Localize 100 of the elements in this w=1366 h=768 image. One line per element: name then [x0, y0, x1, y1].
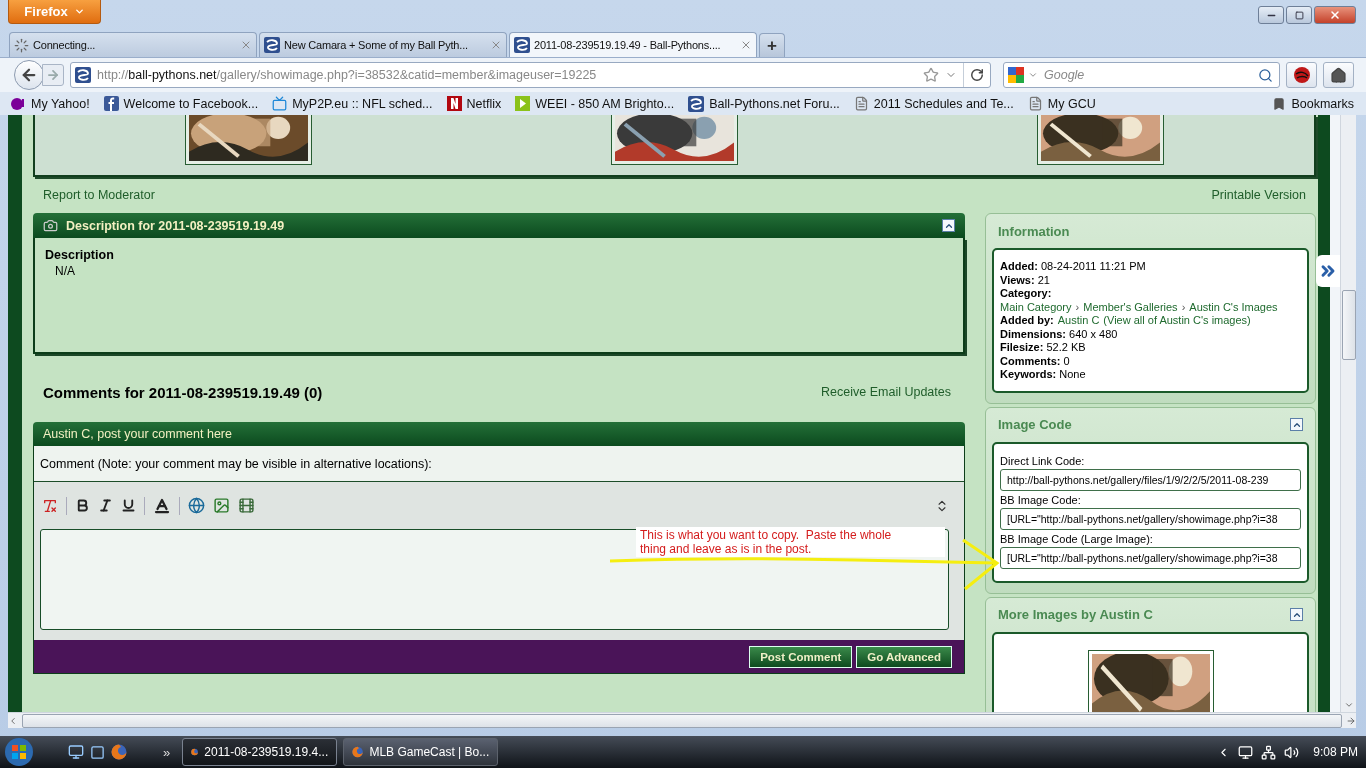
panel-title: More Images by Austin C: [998, 607, 1153, 622]
window-switch-icon[interactable]: [90, 744, 105, 760]
site-favicon-icon: [688, 95, 705, 112]
code-label: Direct Link Code:: [1000, 454, 1086, 467]
close-tab-icon[interactable]: [740, 39, 752, 51]
browser-tab[interactable]: 2011-08-239519.19.49 - Ball-Pythons....: [509, 32, 757, 57]
link-icon[interactable]: [188, 497, 205, 514]
browser-icon: [111, 744, 127, 760]
browser-icon: [352, 744, 364, 760]
maximize-icon: [1294, 10, 1304, 20]
report-link[interactable]: Report to Moderator: [43, 188, 155, 202]
search-engine-icon: [1008, 67, 1024, 83]
page-icon: [1027, 96, 1043, 111]
taskbar-button[interactable]: MLB GameCast | Bo...: [343, 738, 499, 766]
circle-logo-icon: [10, 96, 26, 111]
bookmark-item[interactable]: Welcome to Facebook...: [103, 96, 259, 111]
site-favicon-icon: [75, 67, 91, 83]
scroll-right-icon[interactable]: [1346, 715, 1356, 726]
bookmark-item[interactable]: Ball-Pythons.net Foru...: [688, 95, 840, 112]
action-center-icon[interactable]: [1238, 744, 1254, 760]
browser-tab[interactable]: Connecting...: [9, 32, 257, 57]
collapse-button[interactable]: [942, 219, 955, 232]
bookmark-item[interactable]: My GCU: [1027, 96, 1096, 111]
info-field: Filesize: 52.2 KB: [1000, 341, 1301, 355]
bookmark-item[interactable]: MyP2P.eu :: NFL sched...: [272, 96, 433, 111]
description-label: Description: [45, 248, 115, 262]
scrollbar-thumb[interactable]: [22, 713, 1342, 728]
form-button[interactable]: Post Comment: [749, 645, 853, 668]
taskbar-button[interactable]: 2011-08-239519.19.4...: [182, 738, 338, 766]
new-tab-button[interactable]: +: [759, 33, 785, 57]
browser-tab[interactable]: New Camara + Some of my Ball Pyth...: [259, 32, 507, 57]
user-link[interactable]: (View all of Austin C's images): [1103, 314, 1251, 328]
font-color-icon[interactable]: [153, 496, 171, 515]
play-icon: [515, 96, 531, 111]
breadcrumb-link[interactable]: Austin C's Images: [1189, 300, 1278, 314]
breadcrumb-link[interactable]: Main Category: [1000, 300, 1072, 314]
volume-icon[interactable]: [1284, 744, 1300, 760]
site-favicon-icon: [264, 37, 280, 53]
scroll-left-icon[interactable]: [8, 715, 18, 726]
resize-icon[interactable]: [935, 498, 949, 513]
ball-icon: [1292, 66, 1311, 84]
form-title: Austin C, post your comment here: [43, 427, 233, 441]
maximize-button[interactable]: [1286, 6, 1312, 24]
breadcrumb-link[interactable]: Member's Galleries: [1083, 300, 1178, 314]
sidebar-toggle[interactable]: [1316, 255, 1340, 287]
quick-launch-overflow[interactable]: »: [163, 744, 171, 760]
forward-arrow-icon: [46, 68, 60, 82]
reload-icon[interactable]: [970, 68, 984, 82]
printable-link[interactable]: Printable Version: [1211, 188, 1306, 202]
code-field[interactable]: [URL="http://ball-pythons.net/gallery/showimage.php?i=38: [1000, 507, 1301, 530]
social-logo-icon: [103, 96, 119, 111]
bookmark-item[interactable]: 2011 Schedules and Te...: [853, 96, 1014, 111]
search-icon[interactable]: [1258, 67, 1273, 83]
bold-icon[interactable]: [75, 498, 90, 513]
form-button[interactable]: Go Advanced: [856, 645, 952, 668]
address-bar[interactable]: http://ball-pythons.net/gallery/showimage.php?i=38532&catid=member&imageuser=19225: [70, 62, 991, 88]
code-field[interactable]: http://ball-pythons.net/gallery/files/1/9/2/2/5/2011-08-239: [1000, 468, 1301, 491]
italic-icon[interactable]: [98, 498, 113, 513]
addon-button[interactable]: [1286, 62, 1317, 88]
info-field: Added: 08-24-2011 11:21 PM: [1000, 260, 1301, 274]
underline-icon[interactable]: [121, 498, 136, 513]
close-icon: [1329, 9, 1341, 21]
image-icon[interactable]: [213, 497, 230, 514]
bookmark-star-icon[interactable]: [923, 67, 939, 83]
code-label: BB Image Code (Large Image):: [1000, 532, 1154, 545]
search-field[interactable]: Google: [1042, 67, 1254, 83]
bookmark-item[interactable]: My Yahoo!: [10, 96, 90, 111]
bookmarks-menu[interactable]: Bookmarks: [1272, 96, 1354, 111]
email-updates-link[interactable]: Receive Email Updates: [821, 385, 951, 399]
info-label: Added by:: [1000, 314, 1054, 328]
desktop-icon[interactable]: [68, 744, 84, 760]
info-label: Category:: [1000, 287, 1053, 301]
scrollbar-thumb[interactable]: [1341, 290, 1356, 360]
comments-heading: Comments for 2011-08-239519.19.49 (0): [43, 383, 323, 401]
info-field: Comments: 0: [1000, 354, 1301, 368]
network-icon[interactable]: [1261, 744, 1277, 760]
remove-format-icon[interactable]: [42, 497, 58, 514]
caret-icon: [73, 6, 85, 17]
user-link[interactable]: Austin C: [1057, 314, 1100, 328]
home-button[interactable]: [1323, 62, 1354, 88]
search-bar[interactable]: Google: [1003, 62, 1280, 88]
minimize-button[interactable]: [1258, 6, 1284, 24]
comment-note: Comment (Note: your comment may be visible in alternative locations):: [34, 446, 964, 482]
clock: 9:08 PM: [1313, 745, 1358, 759]
back-button[interactable]: [14, 60, 44, 90]
panel-title: Image Code: [998, 417, 1072, 432]
bookmark-item[interactable]: Netflix: [446, 96, 502, 111]
collapse-button[interactable]: [1290, 608, 1303, 621]
panel-title: Description for 2011-08-239519.19.49: [66, 218, 286, 233]
collapse-button[interactable]: [1290, 418, 1303, 431]
comment-textarea[interactable]: [40, 529, 949, 630]
bookmark-icon: [1272, 96, 1287, 111]
scroll-down-icon[interactable]: [1343, 700, 1354, 710]
bookmark-item[interactable]: WEEI - 850 AM Brighto...: [515, 96, 675, 111]
start-orb-icon[interactable]: [4, 737, 34, 767]
close-button[interactable]: [1314, 6, 1356, 24]
video-icon[interactable]: [238, 497, 255, 514]
camera-icon: [43, 218, 58, 233]
code-label: BB Image Code:: [1000, 493, 1082, 506]
code-field[interactable]: [URL="http://ball-pythons.net/gallery/showimage.php?i=38: [1000, 546, 1301, 569]
